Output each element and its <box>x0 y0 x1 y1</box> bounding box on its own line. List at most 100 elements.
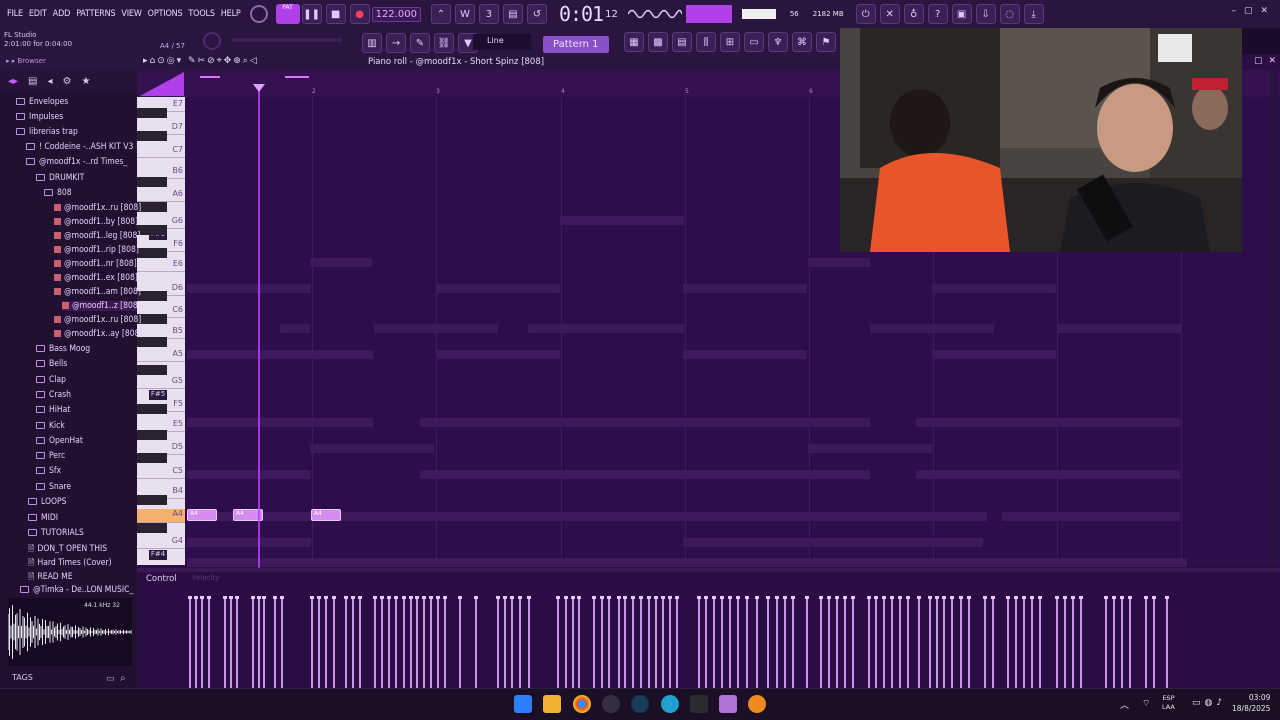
velocity-bar[interactable] <box>828 598 830 688</box>
velocity-bar[interactable] <box>497 598 499 688</box>
velocity-handle[interactable] <box>991 596 995 599</box>
velocity-bar[interactable] <box>1064 598 1066 688</box>
master-volume-knob[interactable] <box>249 5 268 23</box>
tray-network-icon[interactable]: ⌔ <box>1142 698 1150 709</box>
step-edit-icon[interactable]: ▤ <box>502 4 523 24</box>
record-button[interactable]: ● <box>349 4 370 24</box>
velocity-handle[interactable] <box>235 596 239 599</box>
velocity-handle[interactable] <box>755 596 759 599</box>
velocity-handle[interactable] <box>950 596 954 599</box>
velocity-bar[interactable] <box>1105 598 1107 688</box>
piano-icon[interactable]: ▥ <box>362 33 382 53</box>
velocity-bar[interactable] <box>713 598 715 688</box>
velocity-bar[interactable] <box>318 598 320 688</box>
velocity-bar[interactable] <box>201 598 203 688</box>
tray-icons[interactable]: ▭◍♪ <box>1192 698 1226 708</box>
browser-item[interactable]: @moodf1..ex [808] <box>54 273 138 283</box>
browser-star-icon[interactable]: ★ <box>82 76 91 87</box>
link-icon[interactable]: ⛓ <box>434 33 454 53</box>
velocity-handle[interactable] <box>1055 596 1059 599</box>
velocity-bar[interactable] <box>601 598 603 688</box>
velocity-bar[interactable] <box>844 598 846 688</box>
menu-options[interactable]: OPTIONS <box>145 9 186 19</box>
velocity-handle[interactable] <box>766 596 770 599</box>
velocity-bar[interactable] <box>557 598 559 688</box>
velocity-bar[interactable] <box>1015 598 1017 688</box>
velocity-handle[interactable] <box>223 596 227 599</box>
velocity-bar[interactable] <box>459 598 461 688</box>
velocity-handle[interactable] <box>229 596 233 599</box>
browser-item[interactable]: @moodf1..am [808] <box>54 287 141 297</box>
velocity-bar[interactable] <box>820 598 822 688</box>
velocity-handle[interactable] <box>607 596 611 599</box>
velocity-handle[interactable] <box>200 596 204 599</box>
velocity-handle[interactable] <box>443 596 447 599</box>
velocity-bar[interactable] <box>767 598 769 688</box>
velocity-handle[interactable] <box>1014 596 1018 599</box>
velocity-bar[interactable] <box>528 598 530 688</box>
language-indicator[interactable]: ESP LAA <box>1162 694 1175 712</box>
velocity-bar[interactable] <box>648 598 650 688</box>
velocity-handle[interactable] <box>898 596 902 599</box>
menu-file[interactable]: FILE <box>4 9 26 19</box>
app-icon[interactable] <box>690 695 708 713</box>
velocity-handle[interactable] <box>564 596 568 599</box>
piano-key-white[interactable]: C7 <box>137 145 185 158</box>
velocity-handle[interactable] <box>415 596 419 599</box>
velocity-handle[interactable] <box>518 596 522 599</box>
piano-roll-icon[interactable]: ▤ <box>672 32 692 52</box>
menu-help[interactable]: HELP <box>218 9 244 19</box>
velocity-bar[interactable] <box>1023 598 1025 688</box>
velocity-handle[interactable] <box>745 596 749 599</box>
velocity-handle[interactable] <box>332 596 336 599</box>
chrome-icon[interactable] <box>573 695 591 713</box>
velocity-bar[interactable] <box>960 598 962 688</box>
velocity-handle[interactable] <box>675 596 679 599</box>
velocity-bar[interactable] <box>984 598 986 688</box>
browser-file-icon[interactable]: ▤ <box>28 76 37 87</box>
velocity-bar[interactable] <box>1153 598 1155 688</box>
velocity-bar[interactable] <box>565 598 567 688</box>
edge-icon[interactable] <box>661 695 679 713</box>
velocity-handle[interactable] <box>402 596 406 599</box>
velocity-bar[interactable] <box>655 598 657 688</box>
velocity-handle[interactable] <box>882 596 886 599</box>
velocity-bar[interactable] <box>374 598 376 688</box>
velocity-handle[interactable] <box>1063 596 1067 599</box>
velocity-handle[interactable] <box>843 596 847 599</box>
tray-chevron-icon[interactable]: ︿ <box>1120 698 1129 711</box>
velocity-bar[interactable] <box>410 598 412 688</box>
menu-add[interactable]: ADD <box>50 9 73 19</box>
browser-item[interactable]: DRUMKIT <box>36 173 84 183</box>
velocity-bar[interactable] <box>662 598 664 688</box>
browser-item[interactable]: @moodf1x..ru [808] <box>54 315 141 325</box>
velocity-bar[interactable] <box>868 598 870 688</box>
velocity-handle[interactable] <box>503 596 507 599</box>
playlist-icon[interactable]: ▦ <box>624 32 644 52</box>
piano-key-white[interactable]: A6 <box>137 189 185 202</box>
velocity-bar[interactable] <box>352 598 354 688</box>
velocity-bar[interactable] <box>951 598 953 688</box>
fl-studio-taskbar-icon[interactable] <box>719 695 737 713</box>
piano-roll-tools[interactable]: ▸⌂⊙◎▾ ✎✂⊘⌖✥⊕⌕◁ <box>143 56 259 66</box>
velocity-handle[interactable] <box>783 596 787 599</box>
velocity-bar[interactable] <box>236 598 238 688</box>
browser-item[interactable]: Kick <box>36 421 65 431</box>
velocity-handle[interactable] <box>394 596 398 599</box>
channel-rack-icon[interactable]: ▩ <box>648 32 668 52</box>
velocity-bar[interactable] <box>705 598 707 688</box>
browser-plugin-icon[interactable]: ⚙ <box>63 76 72 87</box>
download-icon[interactable]: ⤓ <box>1023 4 1044 24</box>
velocity-handle[interactable] <box>556 596 560 599</box>
velocity-handle[interactable] <box>251 596 255 599</box>
pattern-selector[interactable]: Pattern 1 <box>543 32 609 53</box>
velocity-bar[interactable] <box>593 598 595 688</box>
velocity-handle[interactable] <box>623 596 627 599</box>
browser-item[interactable]: @moodf1x..ru [808] <box>54 203 141 213</box>
velocity-handle[interactable] <box>600 596 604 599</box>
wait-input-icon[interactable]: W <box>454 4 475 24</box>
loop-record-icon[interactable]: ↺ <box>526 4 547 24</box>
browser-item[interactable]: @Timka - De..LON MUSIC_ <box>20 585 133 595</box>
velocity-handle[interactable] <box>728 596 732 599</box>
velocity-bar[interactable] <box>1145 598 1147 688</box>
